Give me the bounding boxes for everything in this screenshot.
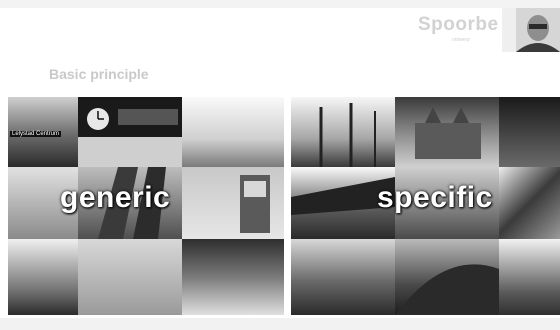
photo-central-station bbox=[395, 97, 499, 167]
presenter-video bbox=[502, 8, 560, 52]
specific-label: specific bbox=[377, 181, 493, 214]
photo-waiting-area bbox=[182, 239, 284, 315]
photo-passengers bbox=[499, 239, 560, 315]
webcam-thumbnail[interactable] bbox=[502, 8, 560, 52]
specific-photo-mosaic: specific bbox=[291, 97, 560, 315]
generic-label: generic bbox=[60, 181, 171, 214]
photo-ticket-machine bbox=[182, 167, 284, 239]
brand-logo-text: Spoorbe bbox=[418, 14, 499, 35]
photo-ceiling-lights bbox=[499, 97, 560, 167]
brand-subtitle: ontwerp bbox=[452, 37, 470, 43]
photo-bridge-station bbox=[291, 239, 395, 315]
photo-concourse bbox=[78, 239, 182, 315]
bottom-bar bbox=[0, 318, 560, 330]
photo-clock-signs bbox=[78, 97, 182, 167]
photo-station-exterior: Lelystad Centrum bbox=[8, 97, 78, 167]
photo-curved-roof bbox=[395, 239, 499, 315]
generic-photo-mosaic: Lelystad Centrum generic bbox=[8, 97, 284, 315]
station-sign: Lelystad Centrum bbox=[10, 131, 62, 137]
photo-tree-lane bbox=[291, 97, 395, 167]
slide-heading: Basic principle bbox=[49, 66, 149, 82]
photo-train-platform bbox=[8, 239, 78, 315]
top-bar bbox=[0, 0, 560, 8]
photo-abstract-structure bbox=[499, 167, 560, 239]
photo-platform-canopy bbox=[182, 97, 284, 167]
